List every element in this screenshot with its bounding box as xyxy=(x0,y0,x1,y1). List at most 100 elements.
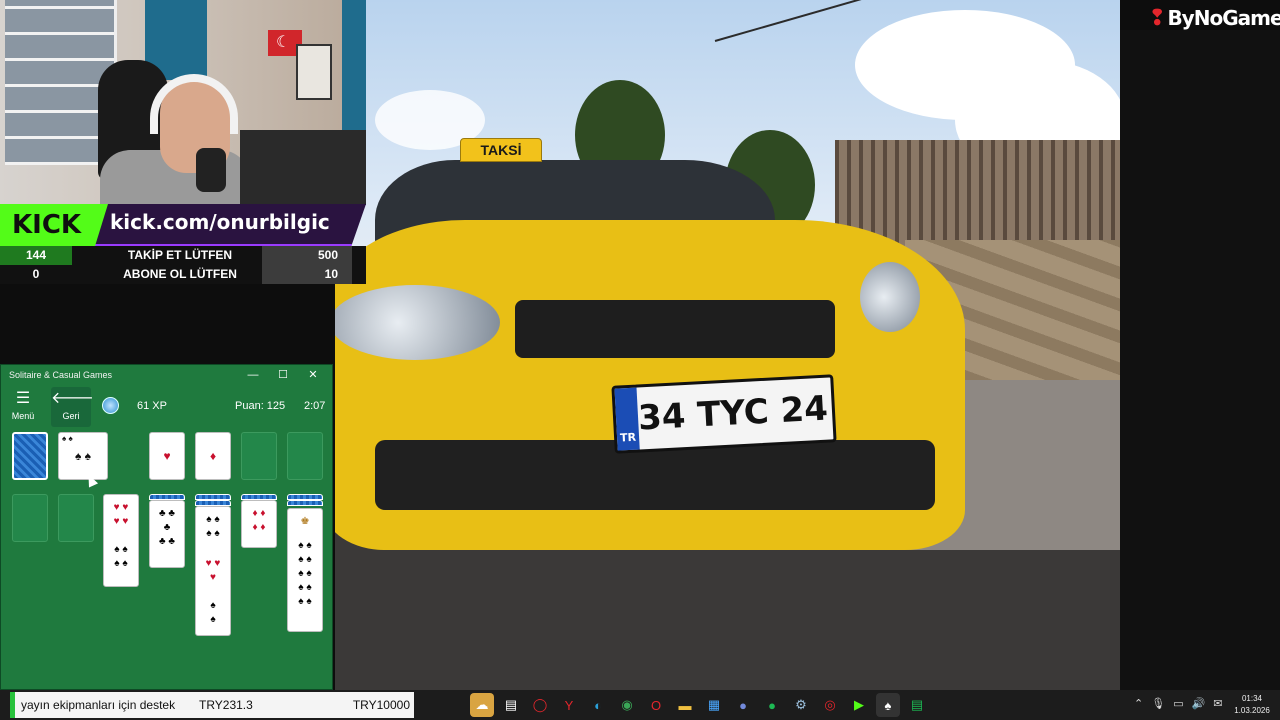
chevron-up-icon[interactable]: ⌃ xyxy=(1134,697,1143,710)
goal-stats: 144 TAKİP ET LÜTFEN 500 0 ABONE OL LÜTFE… xyxy=(0,246,366,284)
taskbar-apps: ☁ ▤ ◯ Y ◐ ◉ O ▬ ▦ ● ● ⚙ ◎ ▶ ♠ ▤ xyxy=(470,693,929,717)
tableau-empty[interactable] xyxy=(12,494,48,542)
maximize-button[interactable]: ☐ xyxy=(268,365,298,385)
headlight-right xyxy=(860,262,920,332)
chrome-icon[interactable]: ◉ xyxy=(615,693,639,717)
waste-pile[interactable]: ♠ ♠ ♠ ♠ xyxy=(58,432,108,480)
notification-icon[interactable]: ✉ xyxy=(1213,697,1222,710)
donation-text: yayın ekipmanları için destek xyxy=(21,698,176,712)
tableau-column[interactable]: ♠ ♠ ♠ ♠ ♥ ♥ ♥ ♠ ♠ xyxy=(195,506,231,636)
solitaire-app-icon[interactable]: ♠ xyxy=(876,693,900,717)
arrow-left-icon: 🡐 xyxy=(51,390,94,407)
store-icon[interactable]: ▦ xyxy=(702,693,726,717)
bynogame-logo: ❢ ByNoGame xyxy=(1148,4,1280,32)
clock-date: 1.03.2026 xyxy=(1234,706,1270,715)
brand-name: ByNoGame xyxy=(1167,6,1280,30)
kick-url: kick.com/onurbilgic xyxy=(110,210,330,234)
club-icon: ♣ ♣ ♣ ♣ ♣ xyxy=(159,508,175,547)
network-icon[interactable]: ▭ xyxy=(1173,697,1183,710)
spade-icon: ♠ ♠ ♠ ♠ xyxy=(206,514,220,539)
stat-label: TAKİP ET LÜTFEN xyxy=(127,248,233,262)
spade-icon: ♠ ♠ ♠ ♠ ♠ ♠ ♠ ♠ ♠ ♠ xyxy=(298,540,312,607)
system-clock[interactable]: 01:34 1.03.2026 xyxy=(1232,693,1272,717)
tableau-empty[interactable] xyxy=(58,494,94,542)
taskbar: yayın ekipmanları için destek TRY231.3 T… xyxy=(0,690,1280,720)
folder-icon[interactable]: ▬ xyxy=(673,693,697,717)
tableau-column[interactable]: ♥ ♥ ♥ ♥ ♠ ♠ ♠ ♠ xyxy=(103,494,139,587)
foundation-diamonds[interactable]: ♦ xyxy=(195,432,231,480)
stock-pile[interactable] xyxy=(12,432,48,480)
yandex-icon[interactable]: Y xyxy=(557,693,581,717)
tableau-column[interactable]: ♦ ♦ ♦ ♦ xyxy=(241,500,277,548)
system-tray: ⌃ 🎙 ▭ 🔊 ✉ xyxy=(1134,697,1223,710)
license-plate: TR 34 TYC 24 xyxy=(611,374,837,454)
donation-goal-bar: yayın ekipmanları için destek TRY231.3 T… xyxy=(10,692,414,718)
game-toolbar: ☰ Menü 🡐 Geri 61 XP Puan: 125 2:07 xyxy=(1,385,332,429)
stream-screen: TAKSİ TR 34 TYC 24 KICK kick.com/onurbil… xyxy=(0,0,1280,720)
donation-current: TRY231.3 xyxy=(199,698,253,712)
donation-goal: TRY10000 xyxy=(352,698,410,712)
car-grille xyxy=(515,300,835,358)
stat-current: 0 xyxy=(32,267,40,281)
spade-icon: ♠ ♠ ♠ ♠ xyxy=(114,544,128,569)
file-explorer-icon[interactable]: ▤ xyxy=(499,693,523,717)
desk xyxy=(240,130,366,205)
foundation-empty[interactable] xyxy=(287,432,323,480)
spade-icon: ♠ ♠ xyxy=(210,600,216,625)
close-button[interactable]: ✕ xyxy=(298,365,328,385)
opera-icon[interactable]: O xyxy=(644,693,668,717)
webcam-feed xyxy=(0,0,366,205)
diamond-icon: ♦ xyxy=(209,449,217,463)
foundation-empty[interactable] xyxy=(241,432,277,480)
steam-icon[interactable]: ⚙ xyxy=(789,693,813,717)
score-value: Puan: 125 xyxy=(235,400,286,412)
side-panel xyxy=(1120,30,1280,690)
app-icon[interactable]: ◎ xyxy=(818,693,842,717)
card-pip: ♠ ♠ xyxy=(74,449,92,463)
stat-goal: 500 xyxy=(262,246,352,265)
diamond-icon: ♦ ♦ ♦ ♦ xyxy=(252,508,266,533)
window-titlebar: Solitaire & Casual Games — ☐ ✕ xyxy=(1,365,332,385)
microphone xyxy=(196,148,226,192)
heart-icon: ♥ xyxy=(163,449,171,463)
stat-current: 144 xyxy=(0,246,72,265)
menu-button[interactable]: ☰ Menü xyxy=(3,387,43,427)
stat-row-subscribe: 0 ABONE OL LÜTFEN 10 xyxy=(0,265,366,284)
flame-icon: ❢ xyxy=(1148,5,1166,31)
stat-row-follow: 144 TAKİP ET LÜTFEN 500 xyxy=(0,246,366,265)
kick-logo: KICK xyxy=(0,204,108,246)
curtain xyxy=(342,0,366,140)
stat-goal: 10 xyxy=(262,265,352,284)
card-rank: ♠ ♠ xyxy=(62,434,73,443)
poster xyxy=(296,44,332,100)
discord-icon[interactable]: ● xyxy=(731,693,755,717)
video-feed: TAKSİ TR 34 TYC 24 xyxy=(335,0,1120,690)
king-face: ♚ xyxy=(300,516,310,527)
minimize-button[interactable]: — xyxy=(238,365,268,385)
spotify-icon[interactable]: ● xyxy=(760,693,784,717)
hamburger-icon: ☰ xyxy=(15,390,31,407)
plate-country: TR xyxy=(614,387,640,451)
tableau-column[interactable]: ♣ ♣ ♣ ♣ ♣ xyxy=(149,500,185,568)
heart-icon: ♥ ♥ ♥ ♥ xyxy=(113,502,129,527)
edge-icon[interactable]: ◐ xyxy=(586,693,610,717)
opera-gx-icon[interactable]: ◯ xyxy=(528,693,552,717)
microphone-icon[interactable]: 🎙 xyxy=(1151,697,1165,710)
volume-icon[interactable]: 🔊 xyxy=(1192,697,1206,710)
plate-number: 34 TYC 24 xyxy=(637,388,829,439)
kick-app-icon[interactable]: ▶ xyxy=(847,693,871,717)
window-title: Solitaire & Casual Games xyxy=(9,370,113,380)
heart-icon: ♥ ♥ ♥ xyxy=(205,558,221,583)
xp-badge-icon xyxy=(102,397,119,414)
headlight-left xyxy=(335,285,500,360)
back-button[interactable]: 🡐 Geri xyxy=(51,387,94,427)
window-controls: — ☐ ✕ xyxy=(238,365,328,385)
back-label: Geri xyxy=(62,411,80,421)
face-down-card xyxy=(287,500,323,506)
sheets-icon[interactable]: ▤ xyxy=(905,693,929,717)
clock-time: 01:34 xyxy=(1241,694,1263,703)
menu-label: Menü xyxy=(11,411,35,421)
foundation-hearts[interactable]: ♥ xyxy=(149,432,185,480)
tableau-column[interactable]: ♚ ♠ ♠ ♠ ♠ ♠ ♠ ♠ ♠ ♠ ♠ xyxy=(287,508,323,632)
weather-icon[interactable]: ☁ xyxy=(470,693,494,717)
